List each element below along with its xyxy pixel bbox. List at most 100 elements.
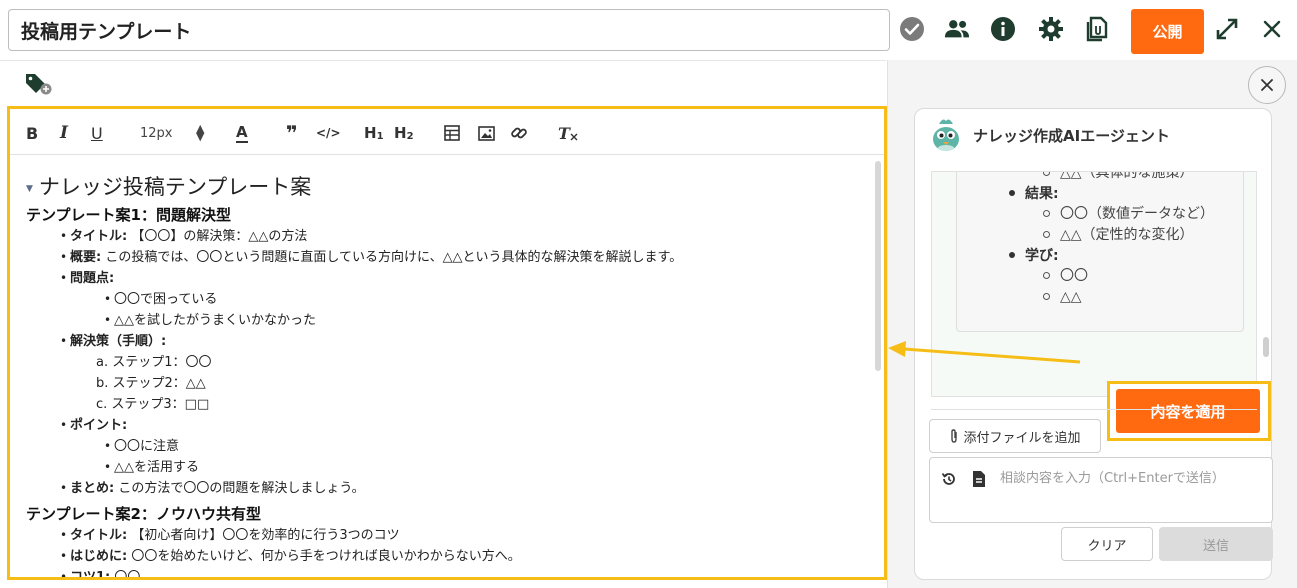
image-icon[interactable] bbox=[478, 123, 495, 143]
list-item: • コツ1: 〇〇 bbox=[26, 567, 876, 580]
chat-subitem: △△（定性的な変化） bbox=[991, 225, 1243, 246]
bold-button[interactable]: B bbox=[26, 123, 38, 143]
chat-item-text: 学び: bbox=[1025, 248, 1059, 264]
section-title: テンプレート案2：ノウハウ共有型 bbox=[26, 505, 261, 523]
heading1-sub: 1 bbox=[376, 130, 384, 142]
heading1-label: H bbox=[364, 124, 377, 142]
list-item: • 問題点: bbox=[26, 268, 876, 289]
info-icon[interactable] bbox=[990, 16, 1016, 42]
item-label: まとめ: bbox=[70, 481, 115, 496]
right-panel: ナレッジ作成AIエージェント △△（具体的な施策） 結果: 〇〇（数値データなど… bbox=[887, 60, 1297, 588]
chat-item-text: 結果: bbox=[1025, 186, 1059, 202]
document-heading-text: ナレッジ投稿テンプレート案 bbox=[38, 175, 312, 199]
panel-close-button[interactable] bbox=[1248, 66, 1286, 104]
bullet: • bbox=[60, 418, 68, 432]
numbered-item: b. ステップ2：△△ bbox=[96, 376, 206, 391]
list-subitem: • 〇〇で困っている bbox=[26, 289, 876, 310]
attach-file-button[interactable]: 添付ファイルを追加 bbox=[929, 419, 1101, 453]
people-icon[interactable] bbox=[944, 16, 970, 42]
publish-button[interactable]: 公開 bbox=[1131, 9, 1204, 54]
item-label: コツ1: bbox=[70, 570, 111, 580]
chat-message: △△（具体的な施策） 結果: 〇〇（数値データなど） △△（定性的な変化） 学び… bbox=[956, 171, 1244, 332]
divider bbox=[931, 409, 1257, 410]
clear-format-button[interactable]: T bbox=[558, 123, 578, 143]
close-icon bbox=[1261, 79, 1273, 91]
list-subitem: • △△を試したがうまくいかなかった bbox=[26, 310, 876, 331]
chat-scrollbar[interactable] bbox=[1263, 337, 1269, 357]
list-item: • タイトル: 【初心者向け】〇〇を効率的に行う3つのコツ bbox=[26, 525, 876, 546]
circle-bullet-icon bbox=[1043, 172, 1050, 176]
document-icon[interactable] bbox=[970, 470, 988, 488]
bullet: • bbox=[60, 481, 68, 495]
bullet: • bbox=[60, 570, 68, 580]
send-button[interactable]: 送信 bbox=[1159, 527, 1273, 561]
list-item: • ポイント: bbox=[26, 415, 876, 436]
bullet: • bbox=[104, 439, 112, 453]
title-input[interactable] bbox=[9, 10, 889, 50]
list-item: • 概要: この投稿では、〇〇という問題に直面している方向けに、△△という具体的な… bbox=[26, 247, 876, 268]
font-color-button[interactable]: A bbox=[236, 123, 248, 143]
chat-input[interactable] bbox=[1000, 466, 1260, 490]
item-label: ポイント: bbox=[70, 418, 128, 433]
collapse-caret-icon[interactable]: ▼ bbox=[26, 184, 33, 194]
clear-format-label: T bbox=[558, 123, 570, 143]
tag-add-icon[interactable] bbox=[24, 72, 54, 96]
subitem-text: 〇〇で困っている bbox=[114, 292, 218, 307]
italic-button[interactable]: I bbox=[60, 123, 68, 143]
heading2-button[interactable]: H2 bbox=[394, 123, 414, 143]
font-size-select[interactable]: 12px bbox=[140, 123, 173, 143]
close-icon[interactable] bbox=[1259, 16, 1285, 42]
numbered-item: a. ステップ1：〇〇 bbox=[96, 355, 212, 370]
annotation-arrow bbox=[888, 341, 1081, 364]
item-text: この方法で〇〇の問題を解決しましょう。 bbox=[118, 481, 365, 496]
bullet: • bbox=[60, 549, 68, 563]
bullet: • bbox=[60, 271, 68, 285]
circle-bullet-icon bbox=[1043, 271, 1050, 279]
editor-scrollbar[interactable] bbox=[875, 161, 881, 371]
tag-bar bbox=[0, 60, 886, 105]
font-size-stepper-icon[interactable]: ▲ ▼ bbox=[196, 123, 204, 143]
title-field-wrapper bbox=[8, 9, 890, 51]
item-text: 〇〇 bbox=[114, 570, 141, 580]
apply-highlight: 内容を適用 bbox=[1107, 381, 1271, 441]
list-item: • 解決策（手順）: bbox=[26, 331, 876, 352]
check-circle-icon[interactable] bbox=[899, 16, 925, 42]
circle-bullet-icon bbox=[1043, 209, 1050, 217]
list-item: • タイトル: 【〇〇】の解決策：△△の方法 bbox=[26, 226, 876, 247]
list-item: • はじめに: 〇〇を始めたいけど、何から手をつければ良いかわからない方へ。 bbox=[26, 546, 876, 567]
history-icon[interactable] bbox=[940, 470, 958, 488]
chat-subitem: 〇〇 bbox=[991, 266, 1243, 287]
editor-content[interactable]: ▼ ナレッジ投稿テンプレート案 テンプレート案1：問題解決型 • タイトル: 【〇… bbox=[10, 156, 876, 580]
chat-subitem-text: △△ bbox=[1060, 289, 1082, 305]
agent-title: ナレッジ作成AIエージェント bbox=[973, 127, 1170, 145]
copy-file-icon[interactable] bbox=[1084, 16, 1110, 42]
chat-subitem-text: 〇〇（数値データなど） bbox=[1060, 206, 1214, 222]
circle-bullet-icon bbox=[1043, 230, 1050, 238]
item-label: はじめに: bbox=[70, 549, 128, 564]
numbered-item: c. ステップ3：□□ bbox=[96, 397, 210, 412]
gear-icon[interactable] bbox=[1038, 16, 1064, 42]
clear-button[interactable]: クリア bbox=[1061, 527, 1153, 561]
apply-content-button[interactable]: 内容を適用 bbox=[1116, 389, 1260, 433]
chat-subitem-text: △△（具体的な施策） bbox=[1060, 171, 1194, 181]
quote-button[interactable]: ❞ bbox=[286, 121, 298, 145]
bullet: • bbox=[60, 528, 68, 542]
code-button[interactable]: </> bbox=[316, 123, 341, 143]
chat-input-box[interactable] bbox=[929, 457, 1273, 523]
heading1-button[interactable]: H1 bbox=[364, 123, 384, 143]
editor-frame: B I U 12px ▲ ▼ A ❞ </> H1 H2 T ▼ ナレッジ投稿テン… bbox=[7, 106, 887, 580]
bullet: • bbox=[60, 334, 68, 348]
underline-button[interactable]: U bbox=[91, 123, 103, 143]
item-text: この投稿では、〇〇という問題に直面している方向けに、△△という具体的な解決策を解… bbox=[105, 250, 683, 265]
chat-item: 学び: bbox=[991, 246, 1243, 266]
list-subitem: • △△を活用する bbox=[26, 457, 876, 478]
item-label: 概要: bbox=[70, 250, 102, 265]
expand-icon[interactable] bbox=[1214, 16, 1240, 42]
item-label: 問題点: bbox=[70, 271, 115, 286]
table-icon[interactable] bbox=[444, 123, 460, 143]
item-label: タイトル: bbox=[70, 528, 128, 543]
subitem-text: 〇〇に注意 bbox=[114, 439, 180, 454]
link-icon[interactable] bbox=[510, 123, 528, 143]
heading2-label: H bbox=[394, 124, 407, 142]
document-heading: ▼ ナレッジ投稿テンプレート案 bbox=[26, 172, 876, 200]
